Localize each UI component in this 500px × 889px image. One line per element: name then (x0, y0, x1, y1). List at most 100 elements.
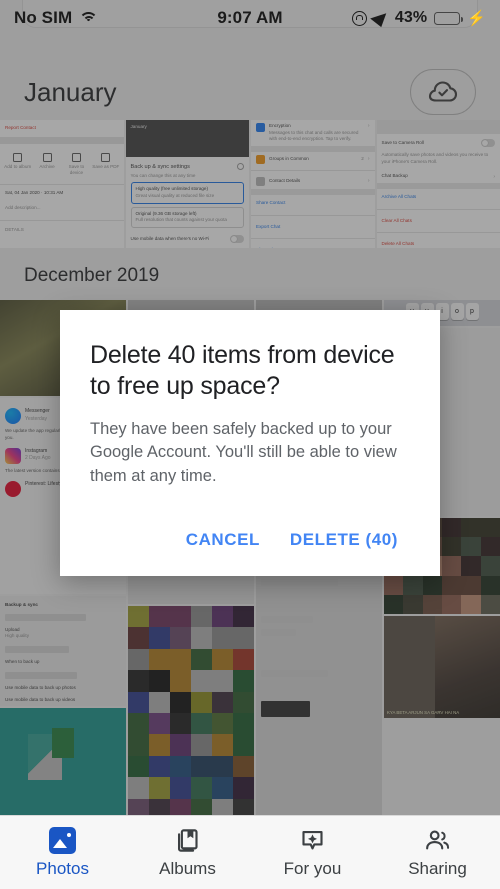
delete-all-chats-action[interactable]: Delete All Chats (382, 241, 496, 248)
section-header-december: December 2019 (0, 252, 500, 300)
archive-all-chats-action[interactable]: Archive All Chats (382, 194, 496, 201)
thumbnail-header-bar: January (125, 120, 249, 135)
save-camera-roll-toggle[interactable] (481, 139, 495, 147)
action-save-as-pdf[interactable]: Save as PDF (91, 152, 120, 177)
mosaic-pixel (212, 691, 233, 713)
mosaic-pixel (128, 691, 149, 713)
mosaic-pixel (149, 691, 170, 713)
photo-meme-1[interactable]: KYA BETA ARJUN SA GARV HAI NA (384, 616, 500, 718)
delete-button[interactable]: DELETE (40) (280, 522, 408, 558)
description-placeholder: Add description... (5, 204, 41, 210)
option-original[interactable]: Original (9.36 GB storage left) Full res… (130, 206, 244, 229)
tab-sharing[interactable]: Sharing (375, 816, 500, 889)
clear-all-chats-action[interactable]: Clear All Chats (382, 218, 496, 225)
battery-percent-label: 43% (394, 9, 428, 26)
battery-icon (434, 11, 463, 25)
export-chat-action[interactable]: Export Chat (256, 224, 370, 231)
help-icon[interactable] (237, 162, 244, 170)
mosaic-pixel (442, 575, 462, 595)
chevron-right-icon: › (367, 178, 370, 185)
mosaic-pixel (233, 691, 254, 713)
tab-for-you[interactable]: For you (250, 816, 375, 889)
option-high-quality[interactable]: High quality (free unlimited storage) Gr… (130, 182, 244, 204)
album-icon (13, 152, 23, 162)
mosaic-pixel (212, 777, 233, 799)
row-contact-details[interactable]: Contact Details › (251, 174, 375, 189)
mosaic-pixel (170, 691, 191, 713)
mosaic-pixel (191, 712, 212, 735)
mosaic-pixel (149, 777, 170, 799)
dialog-title: Delete 40 items from device to free up s… (90, 341, 395, 400)
mosaic-pixel (128, 670, 149, 692)
mosaic-pixel (212, 755, 233, 778)
clear-chat-action[interactable]: Clear Chat (256, 247, 370, 248)
mosaic-pixel (233, 777, 254, 799)
pinterest-icon (5, 480, 21, 497)
mobile-data-toggle[interactable] (230, 235, 244, 244)
carrier-label: No SIM (14, 8, 73, 27)
contact-icon (256, 176, 265, 186)
mosaic-pixel (233, 670, 254, 692)
photo-teal-graphic[interactable] (0, 708, 126, 820)
mosaic-pixel (461, 537, 481, 557)
mosaic-pixel (170, 734, 191, 756)
action-save-to-device[interactable]: Save to device (62, 152, 91, 177)
mosaic-pixel (480, 575, 500, 595)
thumbnail-whatsapp-chat-options[interactable]: Encryption Messages to this chat and cal… (251, 120, 375, 248)
month-title: January (24, 76, 117, 107)
mosaic-pixel (233, 648, 254, 671)
pdf-icon (101, 152, 111, 162)
chevron-right-icon: › (493, 173, 495, 180)
thumbnail-whatsapp-chat-backup[interactable]: Save to Camera Roll Automatically save p… (376, 120, 500, 248)
row-encryption[interactable]: Encryption Messages to this chat and cal… (251, 120, 375, 146)
action-archive[interactable]: Archive (32, 152, 61, 177)
mosaic-pixel (149, 712, 170, 735)
wifi-icon (79, 11, 99, 25)
mosaic-pixel (191, 777, 212, 799)
photo-backup-settings-screenshot[interactable]: Backup & sync Upload High quality When t… (0, 596, 126, 706)
mosaic-pixel (212, 734, 233, 756)
thumbnail-whatsapp-contact-info[interactable]: Report Contact Add to album Archive Save… (0, 120, 124, 248)
section-title: December 2019 (24, 265, 160, 286)
mosaic-pixel (149, 755, 170, 778)
row-groups-in-common[interactable]: Groups in Common 2 › (251, 152, 375, 167)
mosaic-pixel (480, 537, 500, 557)
mosaic-pixel (128, 734, 149, 756)
mosaic-pixel (461, 518, 481, 538)
action-add-to-album[interactable]: Add to album (3, 152, 32, 177)
mosaic-pixel (170, 648, 191, 671)
tab-albums[interactable]: Albums (125, 816, 250, 889)
mosaic-pixel (442, 556, 462, 576)
row-chat-backup[interactable]: Chat Backup › (377, 170, 500, 183)
share-contact-action[interactable]: Share Contact (256, 200, 370, 207)
mosaic-pixel (212, 627, 233, 649)
save-camera-roll-label: Save to Camera Roll (381, 139, 424, 145)
thumbnail-timestamp: Sat, 04 Jan 2020 · 10:31 AM (5, 189, 64, 195)
group-icon (256, 154, 265, 164)
tab-photos[interactable]: Photos (0, 816, 125, 889)
tab-for-you-label: For you (283, 858, 342, 878)
photo-colorful-mosaic[interactable] (128, 606, 254, 820)
photos-icon (49, 826, 76, 854)
thumbnail-backup-sync-settings[interactable]: January Back up & sync settings You can … (125, 120, 249, 248)
mosaic-pixel (170, 755, 191, 778)
phone-screen: January Report Contact Add to album Arch… (0, 0, 500, 889)
download-icon (71, 152, 81, 162)
mosaic-pixel (384, 594, 404, 614)
cloud-check-icon[interactable] (410, 69, 476, 115)
mosaic-pixel (422, 594, 442, 614)
report-contact-label: Report Contact (5, 125, 36, 130)
archive-icon (42, 152, 52, 162)
dialog-actions: CANCEL DELETE (40) (90, 522, 410, 558)
mosaic-pixel (233, 712, 254, 735)
mosaic-pixel (422, 575, 442, 595)
mosaic-pixel (170, 670, 191, 692)
mosaic-pixel (191, 755, 212, 778)
lightning-bolt-icon: ⚡ (467, 9, 486, 27)
location-arrow-icon (370, 8, 392, 28)
mobile-data-label: Use mobile data when there's no Wi-Fi (130, 235, 210, 241)
mosaic-pixel (149, 606, 170, 628)
backup-subtitle: You can change this at any time (130, 172, 196, 178)
cancel-button[interactable]: CANCEL (176, 522, 270, 558)
key-p: p (465, 303, 479, 320)
